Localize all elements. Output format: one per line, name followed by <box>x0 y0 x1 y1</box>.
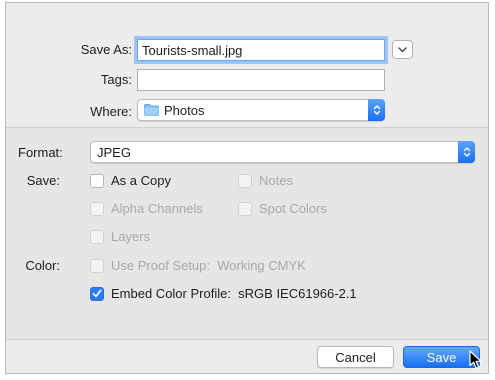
checkmark-icon <box>92 289 102 298</box>
embed-color-profile-checkbox[interactable] <box>90 286 104 301</box>
save-options-label: Save: <box>26 173 60 188</box>
dialog-footer: Cancel Save <box>6 340 488 373</box>
save-as-label: Save As: <box>80 42 132 57</box>
tags-label: Tags: <box>100 72 132 87</box>
up-down-arrows-icon <box>373 105 380 115</box>
layers-label: Layers <box>111 229 151 244</box>
where-stepper[interactable] <box>368 99 385 121</box>
notes-checkbox[interactable] <box>238 173 252 188</box>
where-popup[interactable]: Photos <box>137 99 385 121</box>
up-down-arrows-icon <box>463 147 470 157</box>
spot-colors-label: Spot Colors <box>259 201 327 216</box>
chevron-down-icon <box>398 46 407 52</box>
notes-label: Notes <box>259 173 293 188</box>
use-proof-setup-checkbox[interactable] <box>90 258 104 273</box>
use-proof-setup-label: Use Proof Setup: Working CMYK <box>111 258 306 273</box>
as-a-copy-checkbox[interactable] <box>90 173 104 188</box>
notes-option[interactable]: Notes <box>238 173 293 188</box>
expand-dialog-button[interactable] <box>392 40 413 59</box>
color-label: Color: <box>25 258 60 273</box>
as-a-copy-label: As a Copy <box>111 173 171 188</box>
tags-input[interactable] <box>137 69 385 91</box>
layers-option[interactable]: Layers <box>90 229 150 244</box>
format-stepper[interactable] <box>458 141 475 163</box>
use-proof-setup-option[interactable]: Use Proof Setup: Working CMYK <box>90 258 306 273</box>
embed-color-profile-option[interactable]: Embed Color Profile: sRGB IEC61966-2.1 <box>90 286 357 301</box>
where-label: Where: <box>90 104 132 119</box>
as-a-copy-option[interactable]: As a Copy <box>90 173 171 188</box>
format-label: Format: <box>18 145 63 160</box>
alpha-channels-option[interactable]: Alpha Channels <box>90 201 203 216</box>
cancel-button[interactable]: Cancel <box>317 346 394 368</box>
file-section: Save As: Tags: Where: Photos <box>6 3 488 127</box>
folder-icon <box>144 104 159 116</box>
format-popup[interactable]: JPEG <box>90 141 475 163</box>
format-value: JPEG <box>97 145 131 160</box>
options-section: Format: JPEG Save: As a Copy Notes Alpha… <box>6 128 488 339</box>
alpha-channels-label: Alpha Channels <box>111 201 203 216</box>
alpha-channels-checkbox[interactable] <box>90 201 104 216</box>
where-value: Photos <box>164 103 205 118</box>
embed-color-profile-label: Embed Color Profile: sRGB IEC61966-2.1 <box>111 286 357 301</box>
mouse-pointer-icon <box>469 350 482 369</box>
spot-colors-option[interactable]: Spot Colors <box>238 201 327 216</box>
layers-checkbox[interactable] <box>90 229 104 244</box>
save-as-input[interactable] <box>137 39 385 61</box>
save-dialog: Save As: Tags: Where: Photos <box>5 2 489 374</box>
spot-colors-checkbox[interactable] <box>238 201 252 216</box>
